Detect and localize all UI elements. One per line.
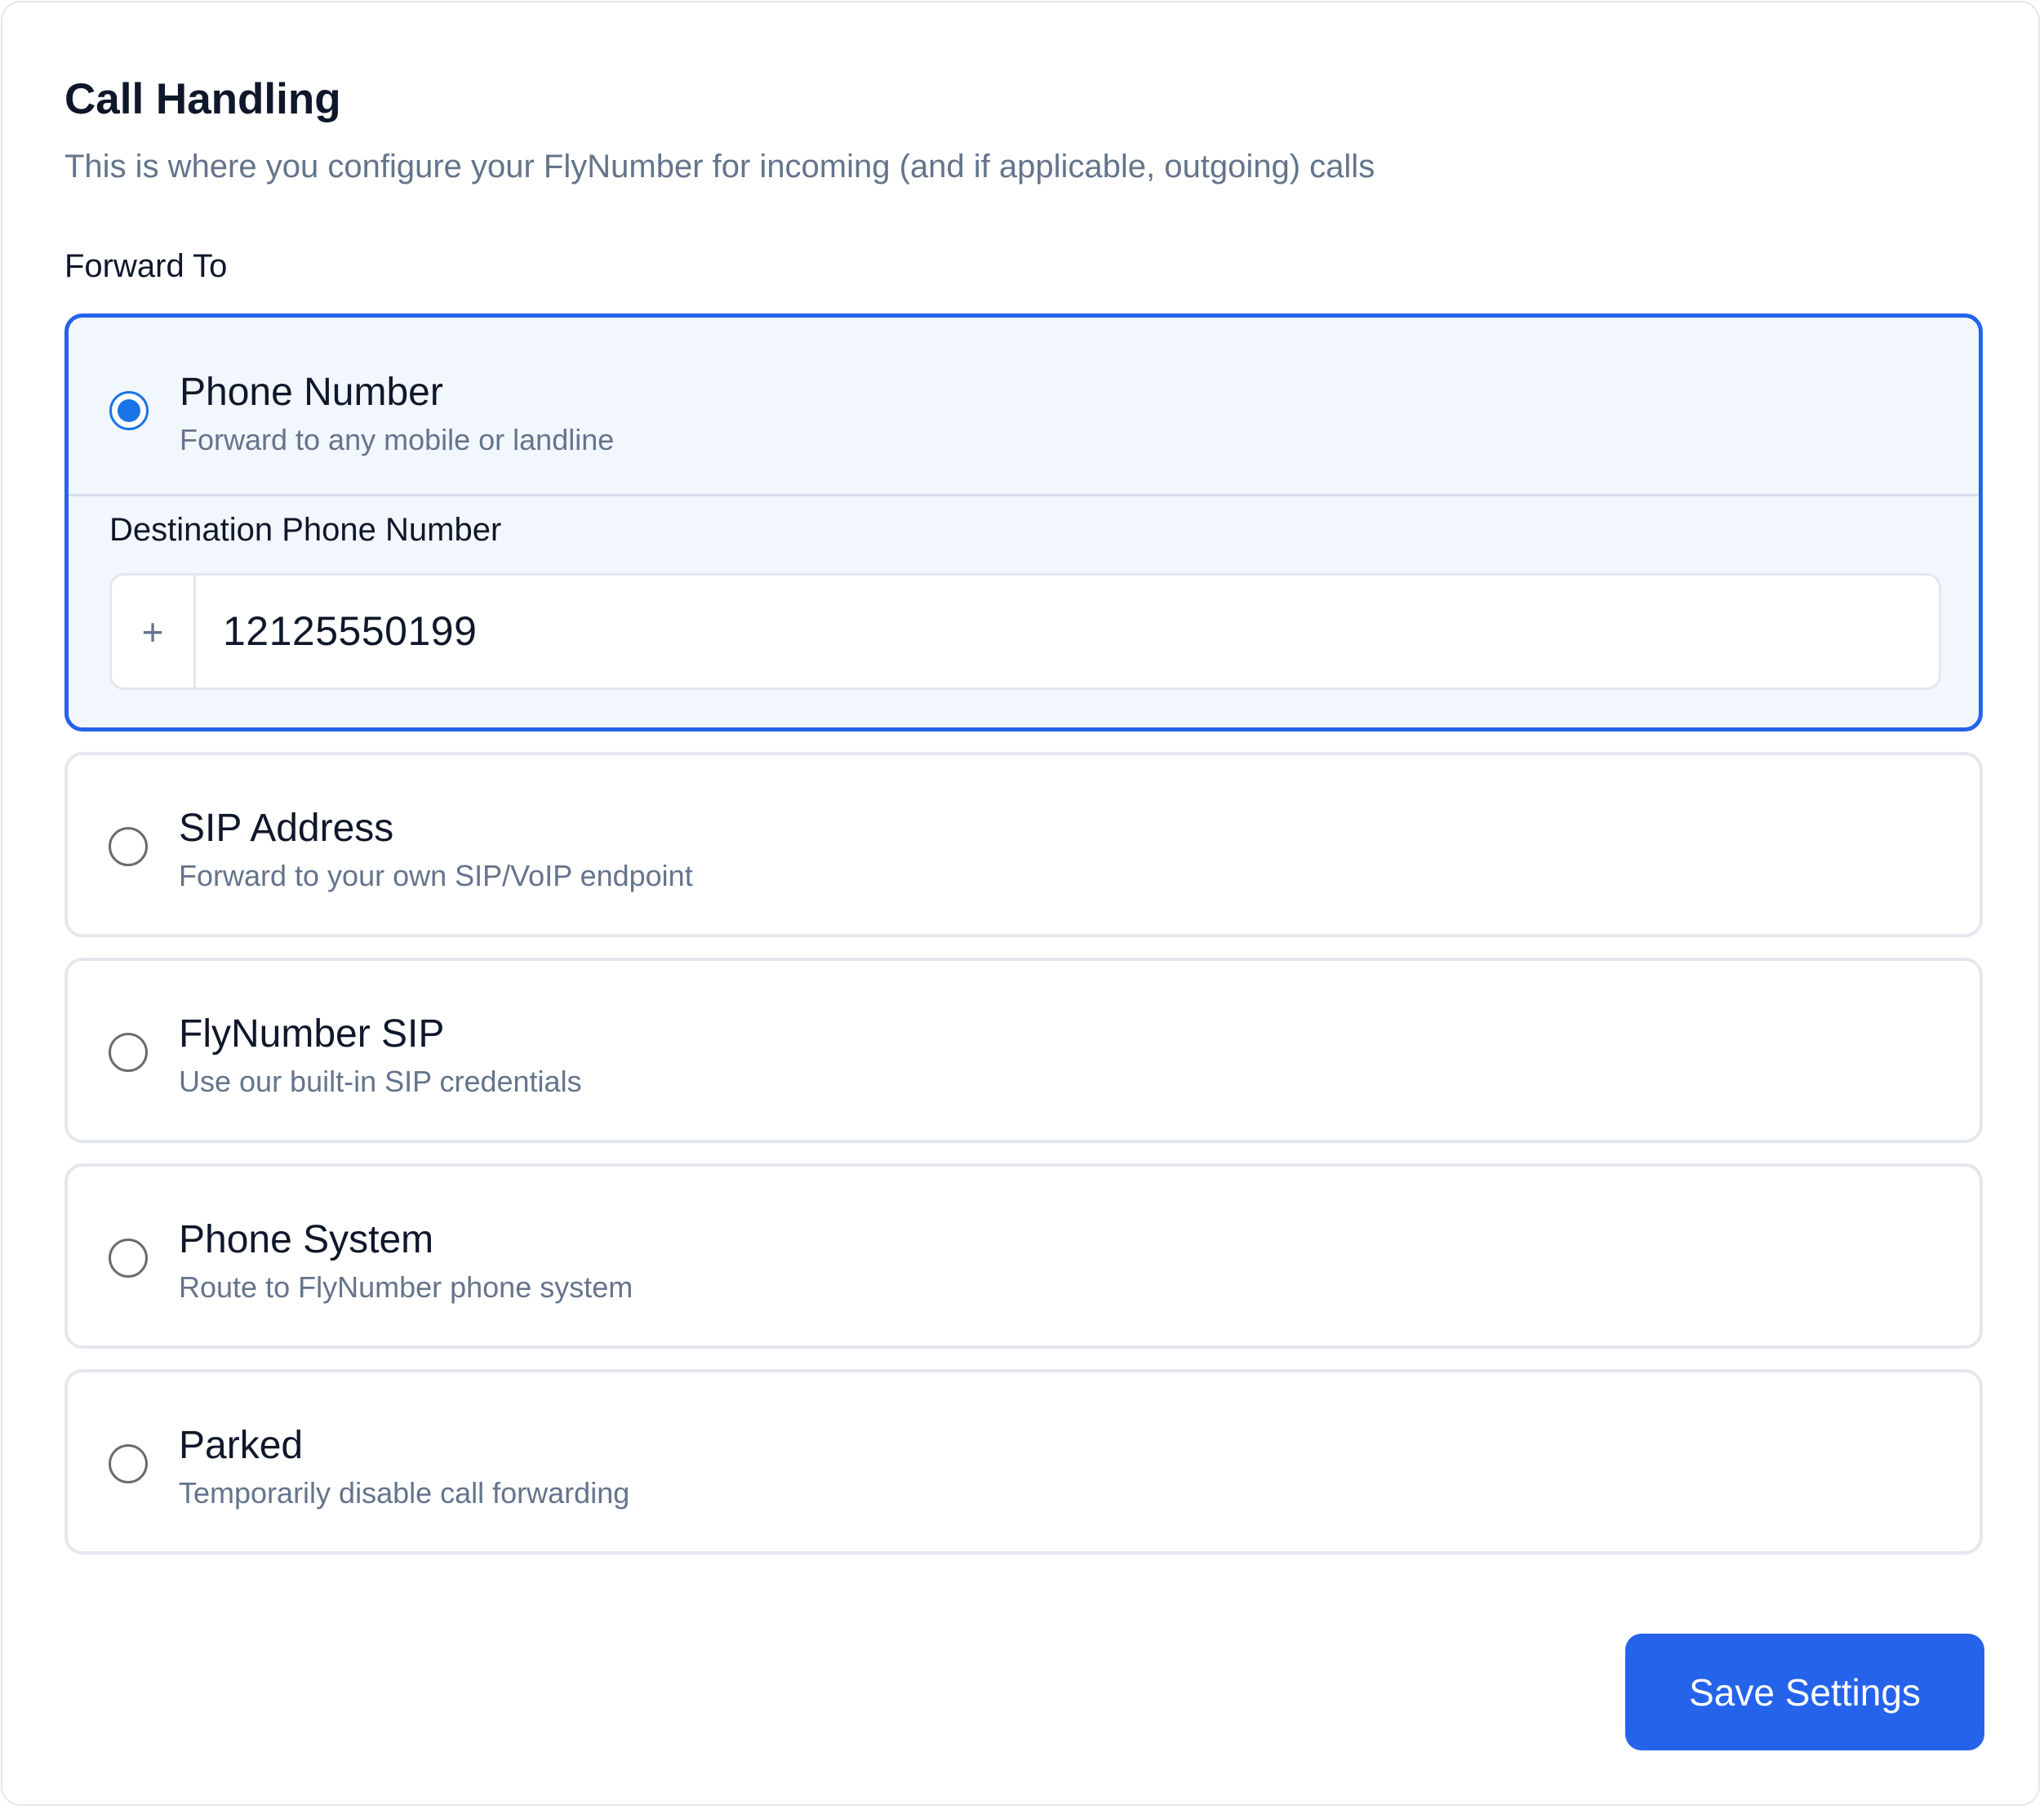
option-title: FlyNumber SIP xyxy=(179,1012,445,1056)
option-sip-address[interactable]: SIP Address Forward to your own SIP/VoIP… xyxy=(64,752,1983,937)
destination-phone-label: Destination Phone Number xyxy=(109,512,502,548)
option-flynumber-sip[interactable]: FlyNumber SIP Use our built-in SIP crede… xyxy=(64,958,1983,1143)
option-description: Use our built-in SIP credentials xyxy=(179,1065,582,1098)
radio-phone-system[interactable] xyxy=(109,1239,148,1278)
radio-sip-address[interactable] xyxy=(109,827,148,866)
option-description: Forward to any mobile or landline xyxy=(180,423,615,456)
radio-parked[interactable] xyxy=(109,1444,148,1483)
destination-phone-input[interactable]: 12125550199 xyxy=(223,605,477,657)
option-description: Forward to your own SIP/VoIP endpoint xyxy=(179,859,693,892)
divider xyxy=(69,494,1979,496)
option-title: SIP Address xyxy=(179,807,394,850)
option-description: Route to FlyNumber phone system xyxy=(179,1270,633,1304)
radio-flynumber-sip[interactable] xyxy=(109,1033,148,1072)
page-title: Call Handling xyxy=(64,75,341,123)
forward-to-label: Forward To xyxy=(64,248,228,284)
option-phone-number[interactable]: Phone Number Forward to any mobile or la… xyxy=(64,314,1983,732)
option-description: Temporarily disable call forwarding xyxy=(179,1476,630,1510)
destination-phone-field[interactable]: + 12125550199 xyxy=(109,573,1941,690)
option-title: Parked xyxy=(179,1424,304,1467)
save-settings-button[interactable]: Save Settings xyxy=(1625,1634,1984,1750)
option-title: Phone Number xyxy=(180,371,443,414)
radio-phone-number[interactable] xyxy=(109,391,149,430)
country-code-prefix: + xyxy=(112,576,196,687)
page-subtitle: This is where you configure your FlyNumb… xyxy=(64,149,1375,185)
call-handling-card: Call Handling This is where you configur… xyxy=(1,1,2040,1806)
option-phone-system[interactable]: Phone System Route to FlyNumber phone sy… xyxy=(64,1163,1983,1349)
option-parked[interactable]: Parked Temporarily disable call forwardi… xyxy=(64,1369,1983,1554)
option-title: Phone System xyxy=(179,1218,434,1261)
